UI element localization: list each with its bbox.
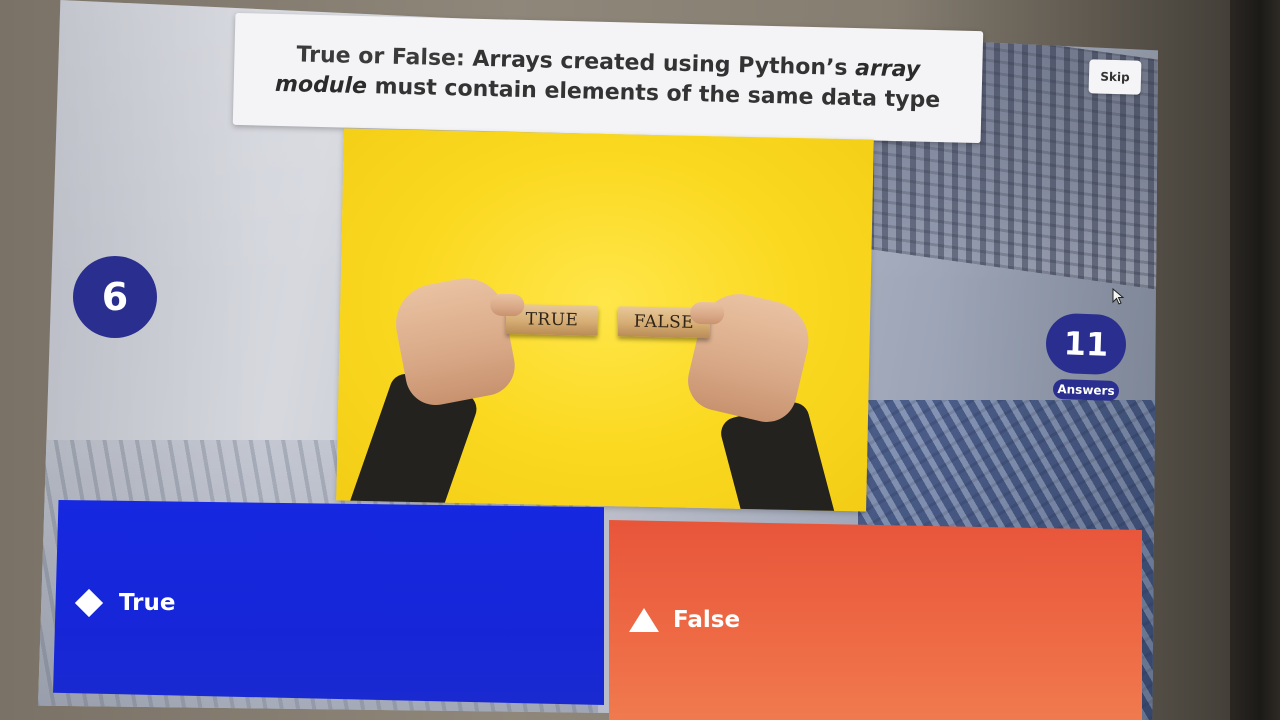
mouse-cursor-icon	[1112, 288, 1125, 305]
answer-option-true[interactable]: True	[53, 500, 604, 705]
answer-option-label: True	[119, 589, 176, 616]
left-thumb	[490, 293, 525, 317]
triangle-icon	[629, 608, 659, 632]
answers-count: 11	[1044, 312, 1128, 376]
wall-dark-edge	[1230, 0, 1280, 720]
skip-button[interactable]: Skip	[1088, 59, 1142, 95]
right-thumb	[689, 301, 725, 325]
left-hand	[389, 271, 520, 411]
question-image: TRUE FALSE	[336, 128, 874, 512]
diamond-icon	[74, 588, 104, 617]
answers-label: Answers	[1052, 378, 1120, 402]
question-text-before: Arrays created using Python’s	[464, 46, 856, 82]
question-lead: True or False:	[296, 42, 466, 72]
question-banner: True or False: Arrays created using Pyth…	[232, 12, 984, 144]
countdown-timer: 6	[73, 256, 157, 338]
question-text: True or False: Arrays created using Pyth…	[273, 40, 942, 116]
answer-option-label: False	[673, 607, 741, 633]
answer-option-false[interactable]: False	[609, 520, 1142, 720]
